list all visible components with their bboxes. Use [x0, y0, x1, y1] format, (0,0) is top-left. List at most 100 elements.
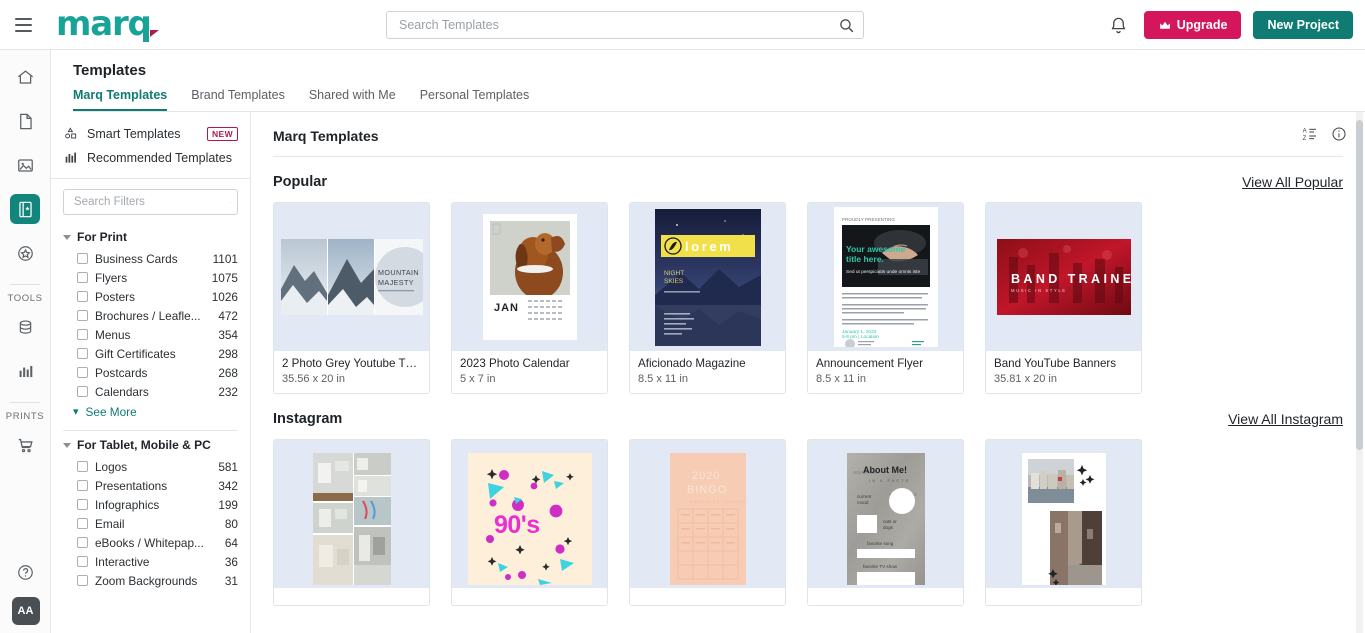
search-input[interactable] [397, 17, 838, 33]
filter-row-gift-certificates[interactable]: Gift Certificates 298 [63, 344, 238, 363]
filter-row-calendars[interactable]: Calendars 232 [63, 382, 238, 401]
tab-personal-templates[interactable]: Personal Templates [420, 88, 530, 111]
filter-row-business-cards[interactable]: Business Cards 1101 [63, 249, 238, 268]
template-card[interactable]: 2020 BINGO FAVORITE THINGS [629, 439, 786, 606]
checkbox[interactable] [77, 367, 88, 378]
svg-text:BINGO: BINGO [687, 484, 727, 496]
home-icon[interactable] [10, 62, 40, 92]
template-card[interactable] [273, 439, 430, 606]
search-icon[interactable] [230, 195, 231, 210]
checkbox[interactable] [77, 253, 88, 264]
filter-row-posters[interactable]: Posters 1026 [63, 287, 238, 306]
card-title: Band YouTube Banners [994, 357, 1117, 370]
gallery-divider [273, 156, 1343, 157]
card-meta: 2023 Photo Calendar 5 x 7 in [452, 351, 607, 393]
filter-count: 31 [224, 573, 238, 588]
shopping-cart-icon[interactable] [10, 430, 40, 460]
filter-group-for-print: For Print Business Cards 1101 Flyers 107… [63, 223, 238, 423]
filter-row-brochures-leaflets[interactable]: Brochures / Leafle... 472 [63, 306, 238, 325]
sidebar-item-recommended-templates[interactable]: Recommended Templates [63, 146, 238, 170]
checkbox[interactable] [77, 575, 88, 586]
checkbox[interactable] [77, 272, 88, 283]
upgrade-button[interactable]: Upgrade [1143, 11, 1242, 39]
template-card[interactable]: PROUDLY PRESENTING Your awesome title he… [807, 202, 964, 394]
accessibility-button[interactable]: AA [11, 597, 40, 625]
search-box[interactable] [386, 11, 864, 39]
checkbox[interactable] [77, 329, 88, 340]
checkbox[interactable] [77, 291, 88, 302]
filter-row-logos[interactable]: Logos 581 [63, 457, 238, 476]
checkbox[interactable] [77, 537, 88, 548]
checkbox[interactable] [77, 556, 88, 567]
svg-text:lorem: lorem [685, 239, 733, 254]
filter-row-infographics[interactable]: Infographics 199 [63, 495, 238, 514]
document-icon[interactable] [10, 106, 40, 136]
image-icon[interactable] [10, 150, 40, 180]
help-circle-icon[interactable] [11, 557, 41, 587]
search-icon[interactable] [838, 17, 855, 34]
filter-group-header[interactable]: For Print [63, 223, 238, 249]
view-all-instagram-link[interactable]: View All Instagram [1228, 411, 1343, 427]
scrollbar-thumb[interactable] [1356, 120, 1363, 450]
checkbox[interactable] [77, 480, 88, 491]
filter-group-for-tablet-mobile-pc: For Tablet, Mobile & PC Logos 581 Presen… [63, 431, 238, 590]
tab-bar: Marq Templates Brand Templates Shared wi… [73, 88, 1365, 111]
section-title: Popular [273, 174, 327, 190]
database-icon[interactable] [10, 312, 40, 342]
card-thumbnail [274, 440, 429, 588]
filter-count: 36 [224, 554, 238, 569]
card-meta: Band YouTube Banners 35.81 x 20 in [986, 351, 1141, 393]
template-card[interactable]: 90's [451, 439, 608, 606]
tab-shared-with-me[interactable]: Shared with Me [309, 88, 396, 111]
view-all-popular-link[interactable]: View All Popular [1242, 174, 1343, 190]
notification-bell-icon[interactable] [1106, 12, 1132, 38]
template-search [386, 11, 864, 39]
filter-row-menus[interactable]: Menus 354 [63, 325, 238, 344]
filter-row-email[interactable]: Email 80 [63, 514, 238, 533]
marq-logo[interactable]: marq [56, 7, 160, 41]
star-badge-icon[interactable] [10, 238, 40, 268]
card-meta: 2 Photo Grey Youtube Th... 35.56 x 20 in [274, 351, 429, 393]
new-project-button[interactable]: New Project [1253, 11, 1353, 39]
template-card[interactable] [985, 439, 1142, 606]
tab-marq-templates[interactable]: Marq Templates [73, 88, 168, 111]
sidebar-item-smart-templates[interactable]: Smart Templates NEW [63, 122, 238, 146]
svg-text:2020: 2020 [692, 470, 720, 482]
filter-row-zoom-backgrounds[interactable]: Zoom Backgrounds 31 [63, 571, 238, 590]
section-header-instagram: Instagram View All Instagram [273, 411, 1343, 427]
tab-brand-templates[interactable]: Brand Templates [191, 88, 285, 111]
filter-search-input[interactable] [72, 195, 230, 209]
filter-group-title: For Tablet, Mobile & PC [77, 438, 211, 452]
template-card[interactable]: BAND TRAINER MUSIC IN STYLE Band YouTube… [985, 202, 1142, 394]
filter-row-flyers[interactable]: Flyers 1075 [63, 268, 238, 287]
filter-group-header[interactable]: For Tablet, Mobile & PC [63, 431, 238, 457]
checkbox[interactable] [77, 310, 88, 321]
checkbox[interactable] [77, 461, 88, 472]
checkbox[interactable] [77, 499, 88, 510]
template-gallery[interactable]: Marq Templates Popular View All Popular [251, 112, 1365, 633]
template-card[interactable]: About Me! IN 6 FACTS current mood cats o… [807, 439, 964, 606]
checkbox[interactable] [77, 386, 88, 397]
filter-row-postcards[interactable]: Postcards 268 [63, 363, 238, 382]
template-card[interactable]: lorem NIGHT SKIES Aficionado Magazine 8.… [629, 202, 786, 394]
filter-search-box[interactable] [63, 189, 238, 215]
filter-row-interactive[interactable]: Interactive 36 [63, 552, 238, 571]
filter-count: 80 [224, 516, 238, 531]
filter-label: Brochures / Leafle... [95, 308, 201, 323]
card-title: Aficionado Magazine [638, 357, 746, 370]
template-card[interactable]: JAN 2023 Photo Calendar 5 x 7 in [451, 202, 608, 394]
see-more-button[interactable]: ▾ See More [63, 401, 238, 423]
templates-icon[interactable] [10, 194, 40, 224]
filter-row-ebooks-whitepapers[interactable]: eBooks / Whitepap... 64 [63, 533, 238, 552]
filter-label: Menus [95, 327, 131, 342]
template-card[interactable]: MOUNTAIN MAJESTY 2 Photo Grey Youtube Th… [273, 202, 430, 394]
bar-chart-icon[interactable] [10, 356, 40, 386]
logo-text: marq [56, 3, 152, 44]
rail-divider [10, 284, 40, 285]
card-size: 8.5 x 11 in [638, 373, 688, 385]
filter-row-presentations[interactable]: Presentations 342 [63, 476, 238, 495]
checkbox[interactable] [77, 518, 88, 529]
checkbox[interactable] [77, 348, 88, 359]
filter-label: Calendars [95, 384, 149, 399]
hamburger-icon[interactable] [6, 8, 40, 42]
